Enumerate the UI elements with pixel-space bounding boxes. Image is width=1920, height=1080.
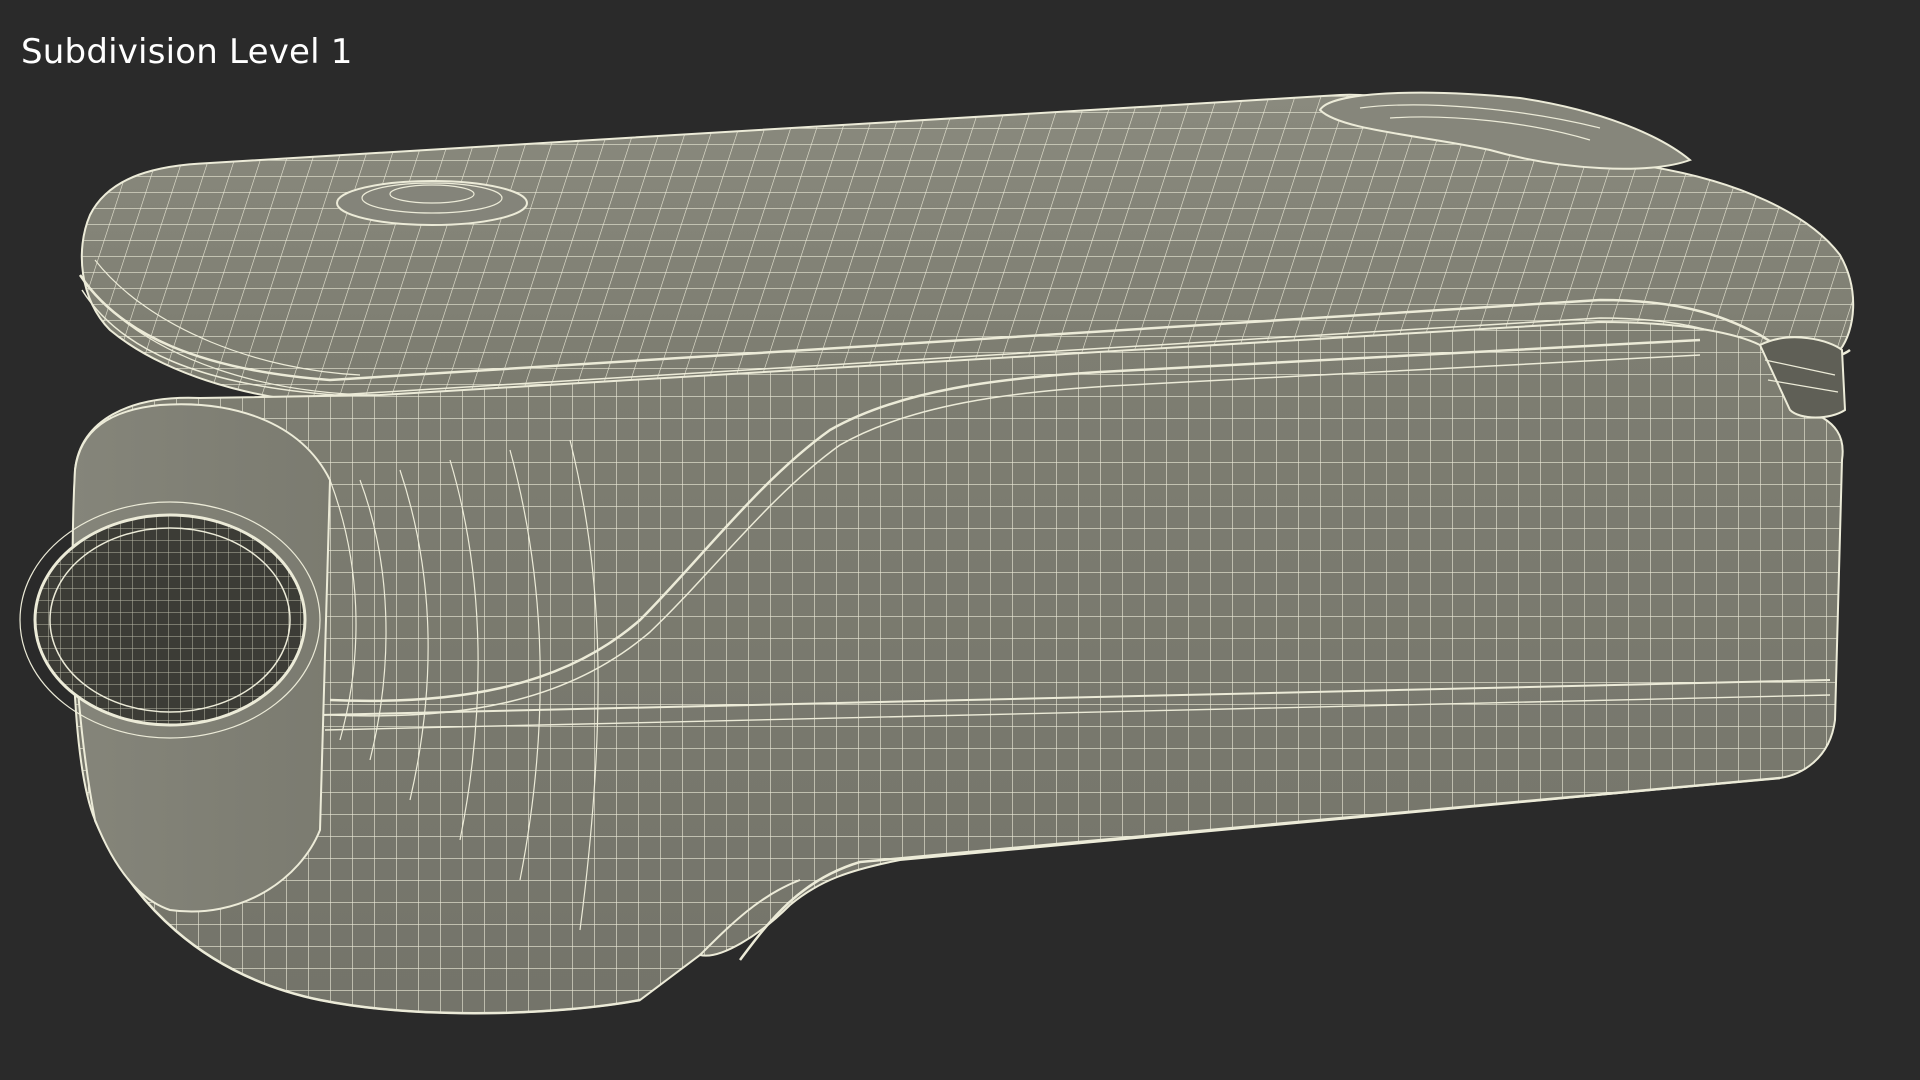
top-button-small	[336, 180, 528, 226]
viewport: Subdivision Level 1	[0, 0, 1920, 1080]
left-end	[19, 403, 332, 913]
wireframe-model	[19, 91, 1855, 1015]
